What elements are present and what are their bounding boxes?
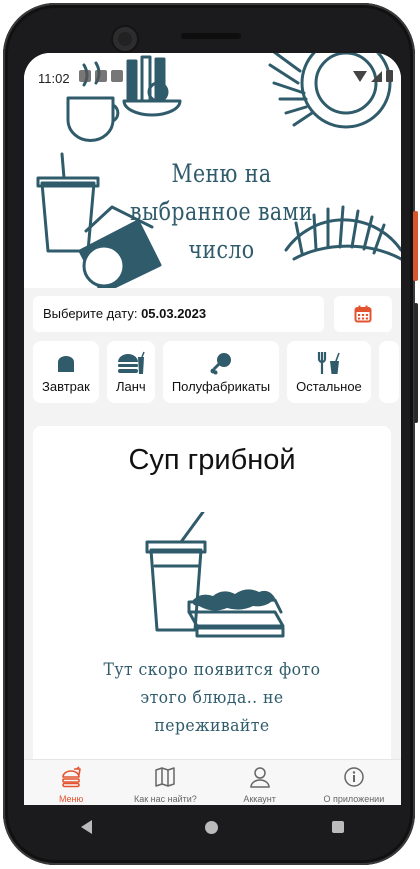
battery-icon (386, 70, 393, 82)
header-title: Меню на выбранное вами число (130, 159, 313, 264)
nav-label: О приложении (323, 794, 385, 804)
notification-icons (79, 70, 123, 82)
calendar-icon (354, 305, 372, 323)
back-icon[interactable] (80, 820, 92, 834)
system-status-icons (353, 70, 393, 82)
calendar-button[interactable] (334, 296, 392, 332)
volume-button (414, 303, 418, 423)
dish-card[interactable]: Суп грибной Тут скоро появится фото этог… (33, 426, 391, 766)
home-icon[interactable] (205, 820, 219, 834)
category-label: Полуфабрикаты (171, 378, 271, 394)
status-time: 11:02 (38, 71, 70, 86)
notification-icon (79, 70, 91, 82)
nav-label: Как нас найти? (133, 794, 197, 804)
wifi-icon (353, 70, 367, 82)
bottom-navigation: Меню Как нас найти? Аккаунт О приложении (24, 759, 401, 805)
status-bar: 11:02 (24, 53, 401, 86)
signal-icon (371, 70, 382, 82)
food-menu-icon (62, 766, 81, 788)
date-field[interactable]: Выберите дату: 05.03.2023 (33, 296, 324, 332)
nav-label: Аккаунт (243, 794, 276, 804)
category-label: Остальное (296, 378, 362, 394)
user-icon (249, 767, 270, 788)
recent-apps-icon[interactable] (332, 821, 345, 833)
notification-icon (95, 70, 107, 82)
info-icon (344, 767, 364, 787)
power-button (413, 211, 418, 281)
category-list: Завтрак Ланч Полуфабрикаты Остальное (33, 341, 401, 403)
front-camera (113, 27, 137, 51)
category-more[interactable] (378, 341, 399, 403)
date-value: 05.03.2023 (141, 306, 207, 321)
drumstick-icon (210, 352, 231, 374)
category-lunch[interactable]: Ланч (106, 341, 155, 403)
nav-about[interactable]: О приложении (307, 760, 401, 805)
date-label: Выберите дату: (43, 306, 138, 321)
earpiece-speaker (181, 33, 241, 39)
date-selector: Выберите дату: 05.03.2023 (33, 296, 392, 332)
bread-icon (57, 355, 74, 372)
category-label: Завтрак (42, 378, 90, 394)
nav-menu[interactable]: Меню (24, 760, 118, 805)
nav-find-us[interactable]: Как нас найти? (118, 760, 212, 805)
category-breakfast[interactable]: Завтрак (33, 341, 99, 403)
nav-account[interactable]: Аккаунт (213, 760, 307, 805)
system-navigation-bar (24, 805, 401, 849)
app-screen: Меню на выбранное вами число 11:02 Выбер… (24, 53, 401, 805)
utensils-drink-icon (317, 351, 340, 374)
dish-placeholder-icon (145, 512, 285, 638)
category-semi-finished[interactable]: Полуфабрикаты (162, 341, 280, 403)
category-other[interactable]: Остальное (287, 341, 371, 403)
burger-drink-icon (117, 351, 145, 374)
phone-frame: Меню на выбранное вами число 11:02 Выбер… (3, 3, 418, 865)
map-icon (155, 767, 176, 787)
dish-title: Суп грибной (128, 444, 296, 476)
category-label: Ланч (115, 378, 146, 394)
notification-icon (111, 70, 123, 82)
dish-placeholder-text: Тут скоро появится фото этого блюда.. не… (103, 660, 321, 736)
header-illustration: Меню на выбранное вами число (24, 53, 401, 288)
nav-label: Меню (58, 794, 84, 804)
